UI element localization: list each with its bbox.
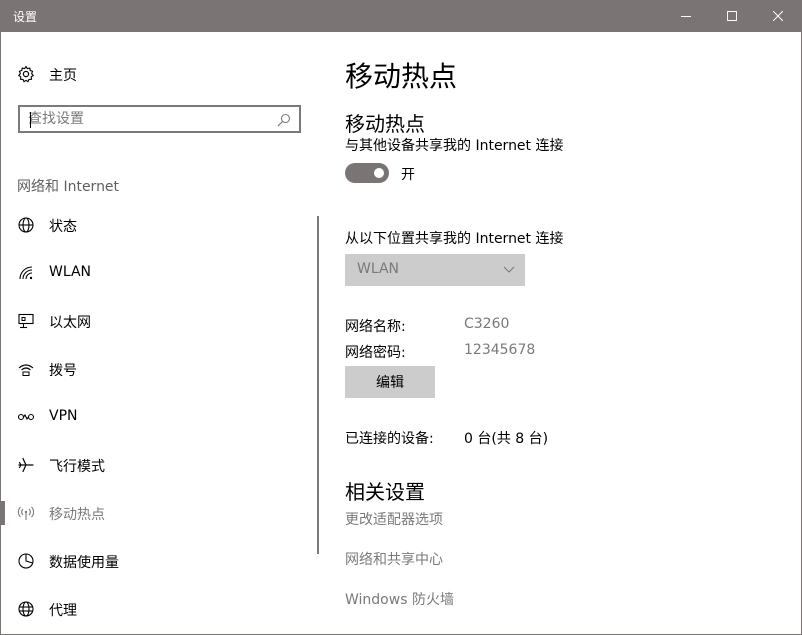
search-input[interactable]: [28, 110, 268, 128]
title-bar: 设置: [1, 1, 801, 32]
sidebar-item-ethernet[interactable]: 以太网: [1, 301, 311, 341]
sidebar-item-label: 数据使用量: [49, 555, 119, 571]
change-adapter-options-link[interactable]: 更改适配器选项: [345, 509, 443, 529]
sidebar-item-label: 以太网: [49, 315, 91, 331]
close-button[interactable]: [755, 1, 801, 32]
sidebar-item-wlan[interactable]: WLAN: [1, 253, 311, 293]
text-caret: [30, 112, 31, 128]
sidebar-item-proxy[interactable]: 代理: [1, 589, 311, 629]
sidebar-item-label: VPN: [49, 408, 78, 424]
minimize-button[interactable]: [663, 1, 709, 32]
search-icon[interactable]: [277, 113, 291, 127]
sidebar-item-label: 移动热点: [49, 507, 105, 523]
dialup-icon: [18, 364, 34, 376]
hotspot-section-title: 移动热点: [345, 112, 425, 136]
network-name-label: 网络名称:: [345, 319, 406, 335]
sidebar-item-vpn[interactable]: VPN: [1, 397, 311, 437]
sidebar-section-header: 网络和 Internet: [17, 179, 120, 195]
windows-firewall-link[interactable]: Windows 防火墙: [345, 589, 454, 609]
network-password-value: 12345678: [464, 342, 536, 358]
proxy-icon: [18, 601, 34, 617]
hotspot-toggle[interactable]: [345, 163, 389, 183]
hotspot-description: 与其他设备共享我的 Internet 连接: [345, 138, 564, 154]
globe-icon: [18, 217, 34, 233]
share-from-value: WLAN: [357, 261, 400, 277]
search-box[interactable]: [18, 105, 301, 133]
hotspot-icon: [17, 506, 35, 520]
gear-icon: [18, 65, 34, 83]
vpn-icon: [17, 413, 35, 421]
related-settings-title: 相关设置: [345, 480, 425, 504]
sidebar-item-mobile-hotspot[interactable]: 移动热点: [1, 493, 311, 533]
window-title: 设置: [13, 10, 38, 24]
sidebar-scrollbar[interactable]: [317, 216, 319, 554]
active-indicator: [1, 501, 5, 525]
share-from-label: 从以下位置共享我的 Internet 连接: [345, 231, 564, 247]
minimize-icon: [681, 16, 691, 17]
sidebar-item-label: 飞行模式: [49, 459, 105, 475]
sidebar-item-label: 拨号: [49, 363, 77, 379]
data-usage-icon: [18, 553, 34, 569]
nav-home[interactable]: 主页: [17, 63, 307, 85]
maximize-icon: [727, 11, 737, 21]
connected-devices-value: 0 台(共 8 台): [464, 431, 549, 447]
network-name-value: C3260: [464, 316, 510, 332]
ethernet-icon: [18, 313, 34, 329]
nav-home-label: 主页: [49, 68, 77, 84]
connected-devices-label: 已连接的设备:: [345, 431, 434, 447]
chevron-down-icon: [503, 266, 515, 273]
airplane-icon: [18, 457, 34, 473]
edit-button[interactable]: 编辑: [345, 366, 435, 398]
wifi-icon: [19, 266, 33, 280]
sidebar-item-label: 代理: [49, 603, 77, 619]
sidebar-item-data-usage[interactable]: 数据使用量: [1, 541, 311, 581]
sidebar-item-status[interactable]: 状态: [1, 205, 311, 245]
sidebar-item-airplane-mode[interactable]: 飞行模式: [1, 445, 311, 485]
network-sharing-center-link[interactable]: 网络和共享中心: [345, 549, 443, 569]
sidebar-item-dialup[interactable]: 拨号: [1, 349, 311, 389]
hotspot-toggle-label: 开: [401, 167, 415, 183]
maximize-button[interactable]: [709, 1, 755, 32]
page-title: 移动热点: [345, 60, 458, 93]
network-password-label: 网络密码:: [345, 345, 406, 361]
sidebar-item-label: WLAN: [49, 264, 92, 280]
toggle-knob: [374, 168, 384, 178]
sidebar-item-label: 状态: [49, 219, 77, 235]
settings-window: 设置 主页 网络和 Internet: [0, 0, 802, 635]
close-icon: [773, 11, 783, 21]
share-from-select[interactable]: WLAN: [345, 254, 525, 286]
